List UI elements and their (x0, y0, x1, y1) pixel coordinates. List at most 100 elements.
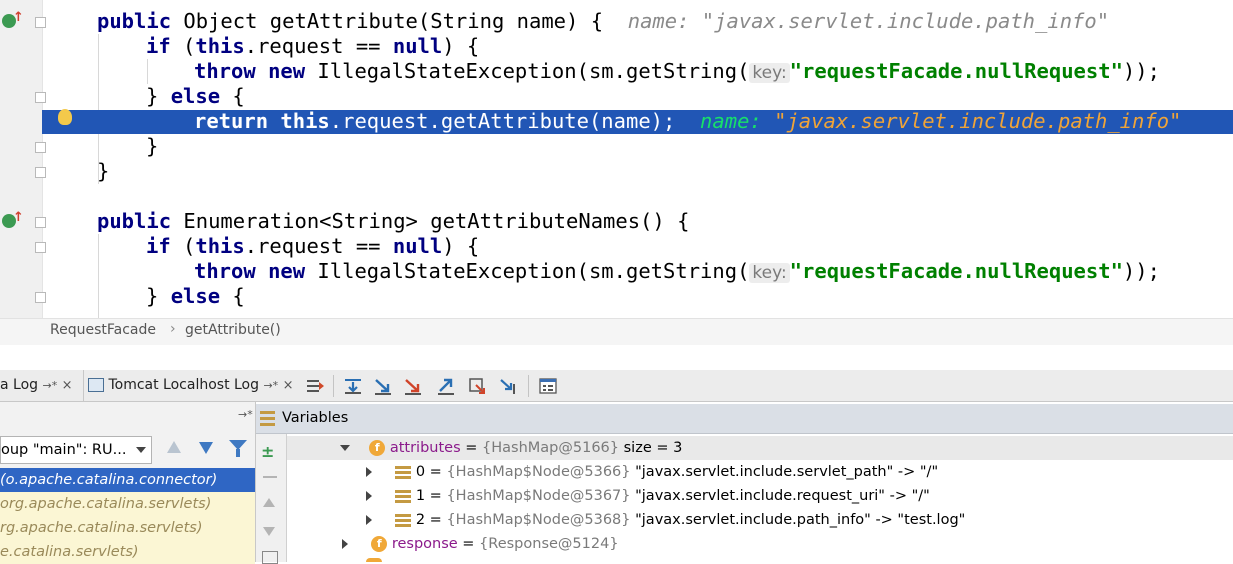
variable-name: response (391, 536, 458, 552)
divider (528, 375, 529, 397)
move-down-icon[interactable] (263, 527, 275, 536)
breadcrumb-class[interactable]: RequestFacade (50, 322, 156, 338)
variable-name: 2 (415, 512, 426, 528)
fold-icon[interactable] (35, 292, 46, 303)
move-up-icon[interactable] (263, 498, 275, 507)
variable-row[interactable]: 1 = {HashMap$Node@5367} "javax.servlet.i… (366, 484, 930, 508)
pin-icon[interactable]: →* (263, 379, 278, 392)
equals: = (425, 488, 447, 504)
frame-item[interactable]: rg.apache.catalina.servlets) (0, 516, 255, 540)
close-icon[interactable]: × (283, 378, 294, 393)
fold-icon[interactable] (35, 17, 46, 28)
variable-type: {HashMap$Node@5368} (446, 512, 631, 528)
fold-icon[interactable] (35, 242, 46, 253)
editor-gutter[interactable] (0, 0, 43, 318)
tab-catalina-log[interactable]: a Log →* × (0, 370, 78, 401)
inline-debug-value: name: "javax.servlet.include.path_info" (627, 9, 1110, 33)
fold-icon[interactable] (35, 142, 46, 153)
inline-debug-value: "javax.servlet.include.path_info" (774, 109, 1182, 133)
variable-row[interactable]: f response = {Response@5124} (342, 532, 619, 556)
step-into-icon[interactable] (373, 376, 393, 396)
new-watch-icon[interactable]: ± (261, 442, 274, 461)
code-line-7: } (97, 159, 110, 183)
fold-icon[interactable] (35, 217, 46, 228)
chevron-right-icon: › (170, 321, 176, 337)
frame-item[interactable]: e.catalina.servlets) (0, 540, 255, 564)
variable-value: size = 3 (619, 440, 683, 456)
filter-icon-stem (236, 449, 240, 457)
code-line-11: throw new IllegalStateException(sm.getSt… (194, 259, 1160, 283)
code-line-12: } else { (146, 284, 245, 308)
variables-toolbar: ± (256, 434, 287, 564)
code-line-1: public Object getAttribute(String name) … (97, 9, 1110, 33)
code-line-2: if (this.request == null) { (146, 34, 480, 58)
field-icon: f (371, 536, 388, 552)
variables-title: Variables (282, 410, 349, 426)
chevron-down-icon[interactable] (340, 445, 350, 451)
drop-frame-icon[interactable] (467, 376, 487, 396)
tab-label: Tomcat Localhost Log (108, 377, 260, 393)
thread-select-value: oup "main": RU... (1, 442, 127, 458)
pin-icon[interactable]: →* (238, 408, 253, 421)
parameter-hint: key: (749, 63, 790, 83)
equals: = (457, 536, 480, 552)
arrow-down-icon[interactable] (199, 442, 213, 454)
run-to-cursor-icon[interactable] (498, 376, 518, 396)
close-icon[interactable]: × (62, 378, 73, 393)
copy-icon[interactable] (262, 551, 278, 564)
chevron-down-icon (136, 447, 146, 453)
divider (333, 375, 334, 397)
variable-type: {HashMap@5166} (482, 440, 620, 456)
variable-row[interactable]: 0 = {HashMap$Node@5366} "javax.servlet.i… (366, 460, 938, 484)
step-over-icon[interactable] (343, 376, 363, 396)
pin-icon[interactable]: →* (43, 379, 58, 392)
fold-icon[interactable] (35, 167, 46, 178)
remove-watch-icon[interactable] (263, 476, 277, 478)
variable-name: 1 (415, 488, 426, 504)
chevron-right-icon[interactable] (366, 515, 372, 525)
variable-type: {Response@5124} (479, 536, 619, 552)
lightbulb-icon[interactable] (58, 109, 72, 125)
frames-panel: →* oup "main": RU... (o.apache.catalina.… (0, 402, 256, 564)
tab-label: a Log (0, 377, 39, 393)
fold-icon[interactable] (35, 92, 46, 103)
code-line-9: public Enumeration<String> getAttributeN… (97, 209, 690, 233)
variable-row[interactable]: f attributes = {HashMap@5166} size = 3 (340, 436, 682, 460)
step-out-icon[interactable] (436, 376, 456, 396)
code-line-5: return this.request.getAttribute(name); … (194, 109, 1182, 133)
entry-icon (395, 489, 412, 503)
variable-value: "javax.servlet.include.servlet_path" -> … (630, 464, 939, 480)
chevron-right-icon[interactable] (366, 467, 372, 477)
up-arrow-icon: ↑ (13, 210, 24, 225)
variables-header: Variables (256, 404, 1233, 434)
code-line-3: throw new IllegalStateException(sm.getSt… (194, 59, 1160, 83)
code-editor[interactable]: ↑ ↑ public Object getAttribute(String na… (0, 0, 1233, 318)
chevron-right-icon[interactable] (342, 539, 348, 549)
frame-item[interactable]: org.apache.catalina.servlets) (0, 492, 255, 516)
variables-icon (260, 411, 275, 426)
up-arrow-icon: ↑ (13, 10, 24, 25)
code-line-6: } (146, 134, 159, 158)
variable-value: "javax.servlet.include.request_uri" -> "… (630, 488, 930, 504)
thread-select[interactable]: oup "main": RU... (0, 436, 152, 464)
equals: = (425, 512, 447, 528)
entry-icon (395, 465, 412, 479)
tab-tomcat-localhost-log[interactable]: Tomcat Localhost Log →* × (83, 370, 303, 401)
chevron-right-icon[interactable] (366, 491, 372, 501)
debug-tab-bar: a Log →* × Tomcat Localhost Log →* × (0, 370, 1233, 402)
equals: = (425, 464, 447, 480)
equals: = (460, 440, 483, 456)
arrow-up-icon[interactable] (167, 441, 181, 453)
variable-row[interactable]: 2 = {HashMap$Node@5368} "javax.servlet.i… (366, 508, 965, 532)
code-line-4: } else { (146, 84, 245, 108)
force-step-into-icon[interactable] (403, 376, 423, 396)
evaluate-expression-icon[interactable] (538, 376, 558, 396)
indent-guide (98, 234, 99, 318)
variable-value: "javax.servlet.include.path_info" -> "te… (630, 512, 966, 528)
show-execution-point-icon[interactable] (305, 376, 325, 396)
frame-item[interactable]: (o.apache.catalina.connector) (0, 468, 255, 492)
variable-name: attributes (389, 440, 461, 456)
code-line-10: if (this.request == null) { (146, 234, 480, 258)
field-icon (366, 558, 382, 562)
breadcrumb-method[interactable]: getAttribute() (185, 322, 281, 338)
